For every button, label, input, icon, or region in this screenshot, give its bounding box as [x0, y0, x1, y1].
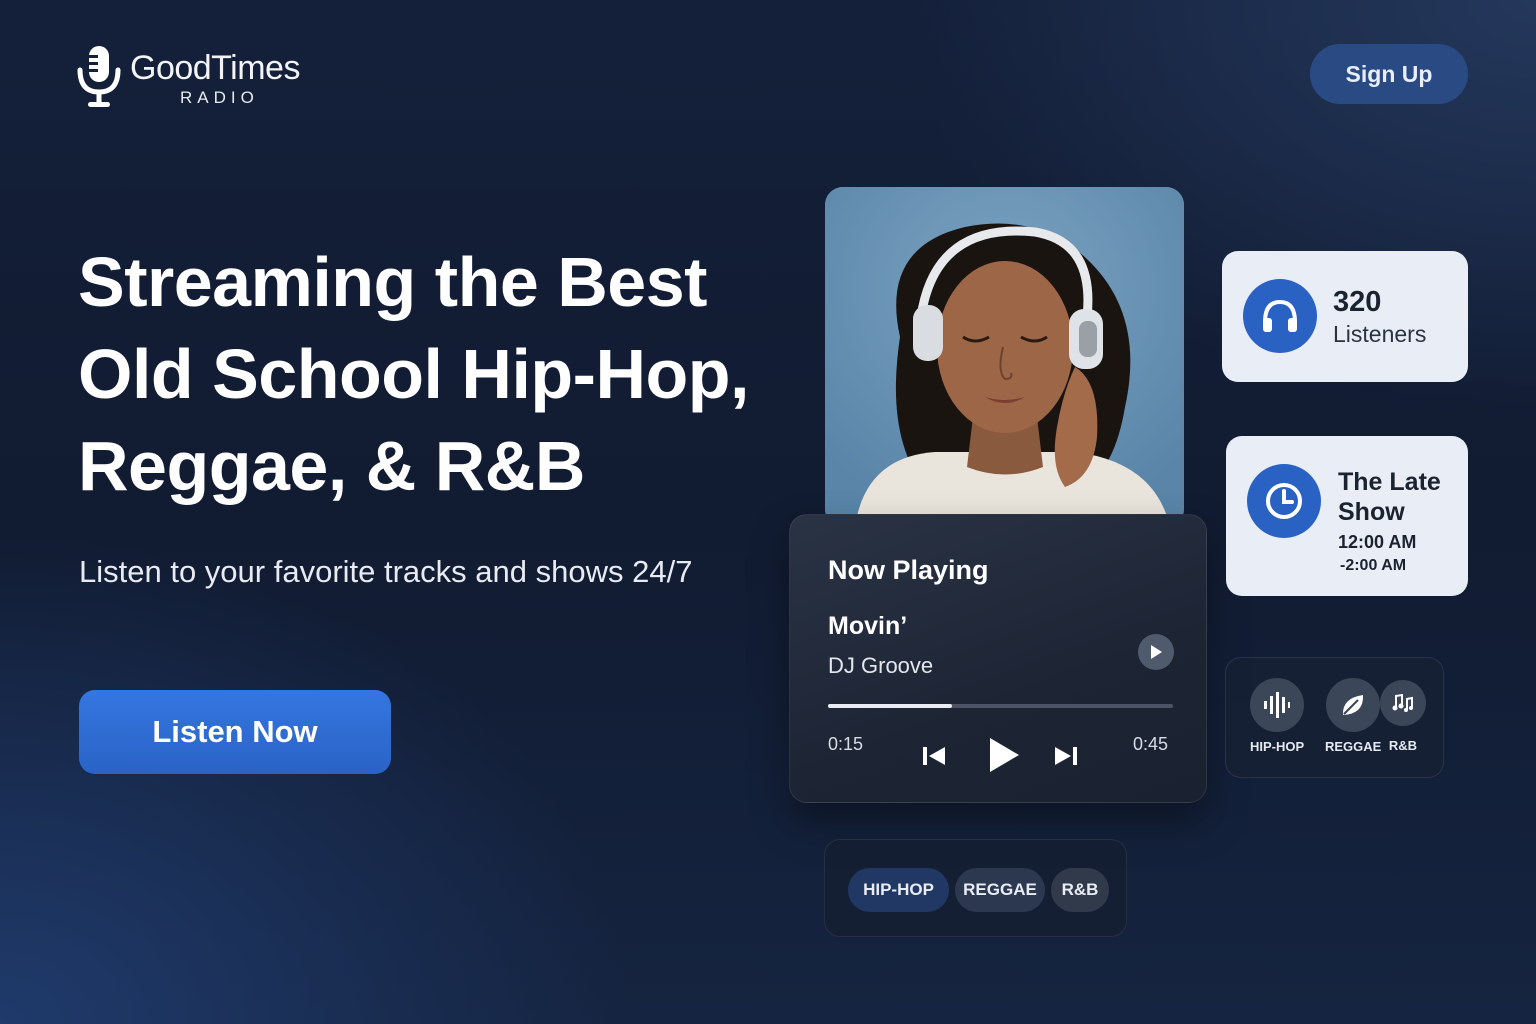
now-playing-heading: Now Playing: [828, 555, 989, 585]
play-icon[interactable]: [982, 733, 1026, 777]
genre-label: REGGAE: [1325, 739, 1382, 754]
chip-rnb[interactable]: R&B: [1051, 868, 1109, 912]
listener-count: 320: [1333, 286, 1382, 318]
progress-fill: [828, 704, 953, 708]
brand-name: GoodTimes: [130, 49, 300, 87]
brand-sub: RADIO: [180, 88, 259, 107]
duration-time: 0:45: [1133, 734, 1169, 754]
skip-forward-icon[interactable]: [1050, 742, 1082, 770]
listener-label: Listeners: [1333, 321, 1427, 347]
track-title: Movin’: [828, 612, 908, 640]
progress-bar[interactable]: [828, 704, 1173, 708]
hero-subtitle: Listen to your favorite tracks and shows…: [79, 554, 693, 589]
play-circle-icon[interactable]: [1138, 634, 1174, 670]
genre-hiphop-item[interactable]: HIP-HOP: [1250, 678, 1304, 754]
show-card: The Late Show 12:00 AM -2:00 AM: [1226, 436, 1468, 596]
microphone-icon: [77, 46, 121, 107]
chip-reggae[interactable]: REGGAE: [955, 868, 1045, 912]
genre-reggae-item[interactable]: REGGAE: [1325, 678, 1381, 754]
brand-logo[interactable]: GoodTimes RADIO: [76, 44, 300, 110]
soundwave-icon: [1250, 678, 1305, 732]
hero-title: Streaming the Best Old School Hip-Hop, R…: [78, 243, 749, 505]
leaf-icon: [1326, 678, 1381, 732]
listeners-card: 320 Listeners: [1222, 251, 1468, 382]
show-name: The Late Show: [1338, 468, 1441, 526]
clock-icon: [1247, 464, 1321, 538]
genre-chips-card: HIP-HOP REGGAE R&B: [824, 839, 1127, 937]
show-end-time: -2:00 AM: [1340, 557, 1407, 574]
signup-button[interactable]: Sign Up: [1310, 44, 1468, 104]
genre-label: HIP-HOP: [1250, 739, 1305, 754]
woman-with-headphones-image: [825, 187, 1184, 527]
genre-label: R&B: [1388, 738, 1418, 753]
skip-back-icon[interactable]: [918, 742, 950, 770]
genre-rnb-item[interactable]: R&B: [1380, 680, 1426, 753]
music-notes-icon: [1380, 680, 1426, 726]
show-start-time: 12:00 AM: [1338, 532, 1417, 552]
now-playing-card: Now Playing Movin’ DJ Groove 0:15 0:45: [789, 514, 1207, 803]
elapsed-time: 0:15: [828, 734, 864, 754]
headphones-icon: [1243, 279, 1317, 353]
chip-hiphop[interactable]: HIP-HOP: [848, 868, 949, 912]
listen-now-button[interactable]: Listen Now: [79, 690, 391, 774]
listener-photo: [825, 187, 1184, 527]
genre-icons-card: HIP-HOP REGGAE R&B: [1225, 657, 1444, 778]
track-artist: DJ Groove: [828, 653, 934, 678]
